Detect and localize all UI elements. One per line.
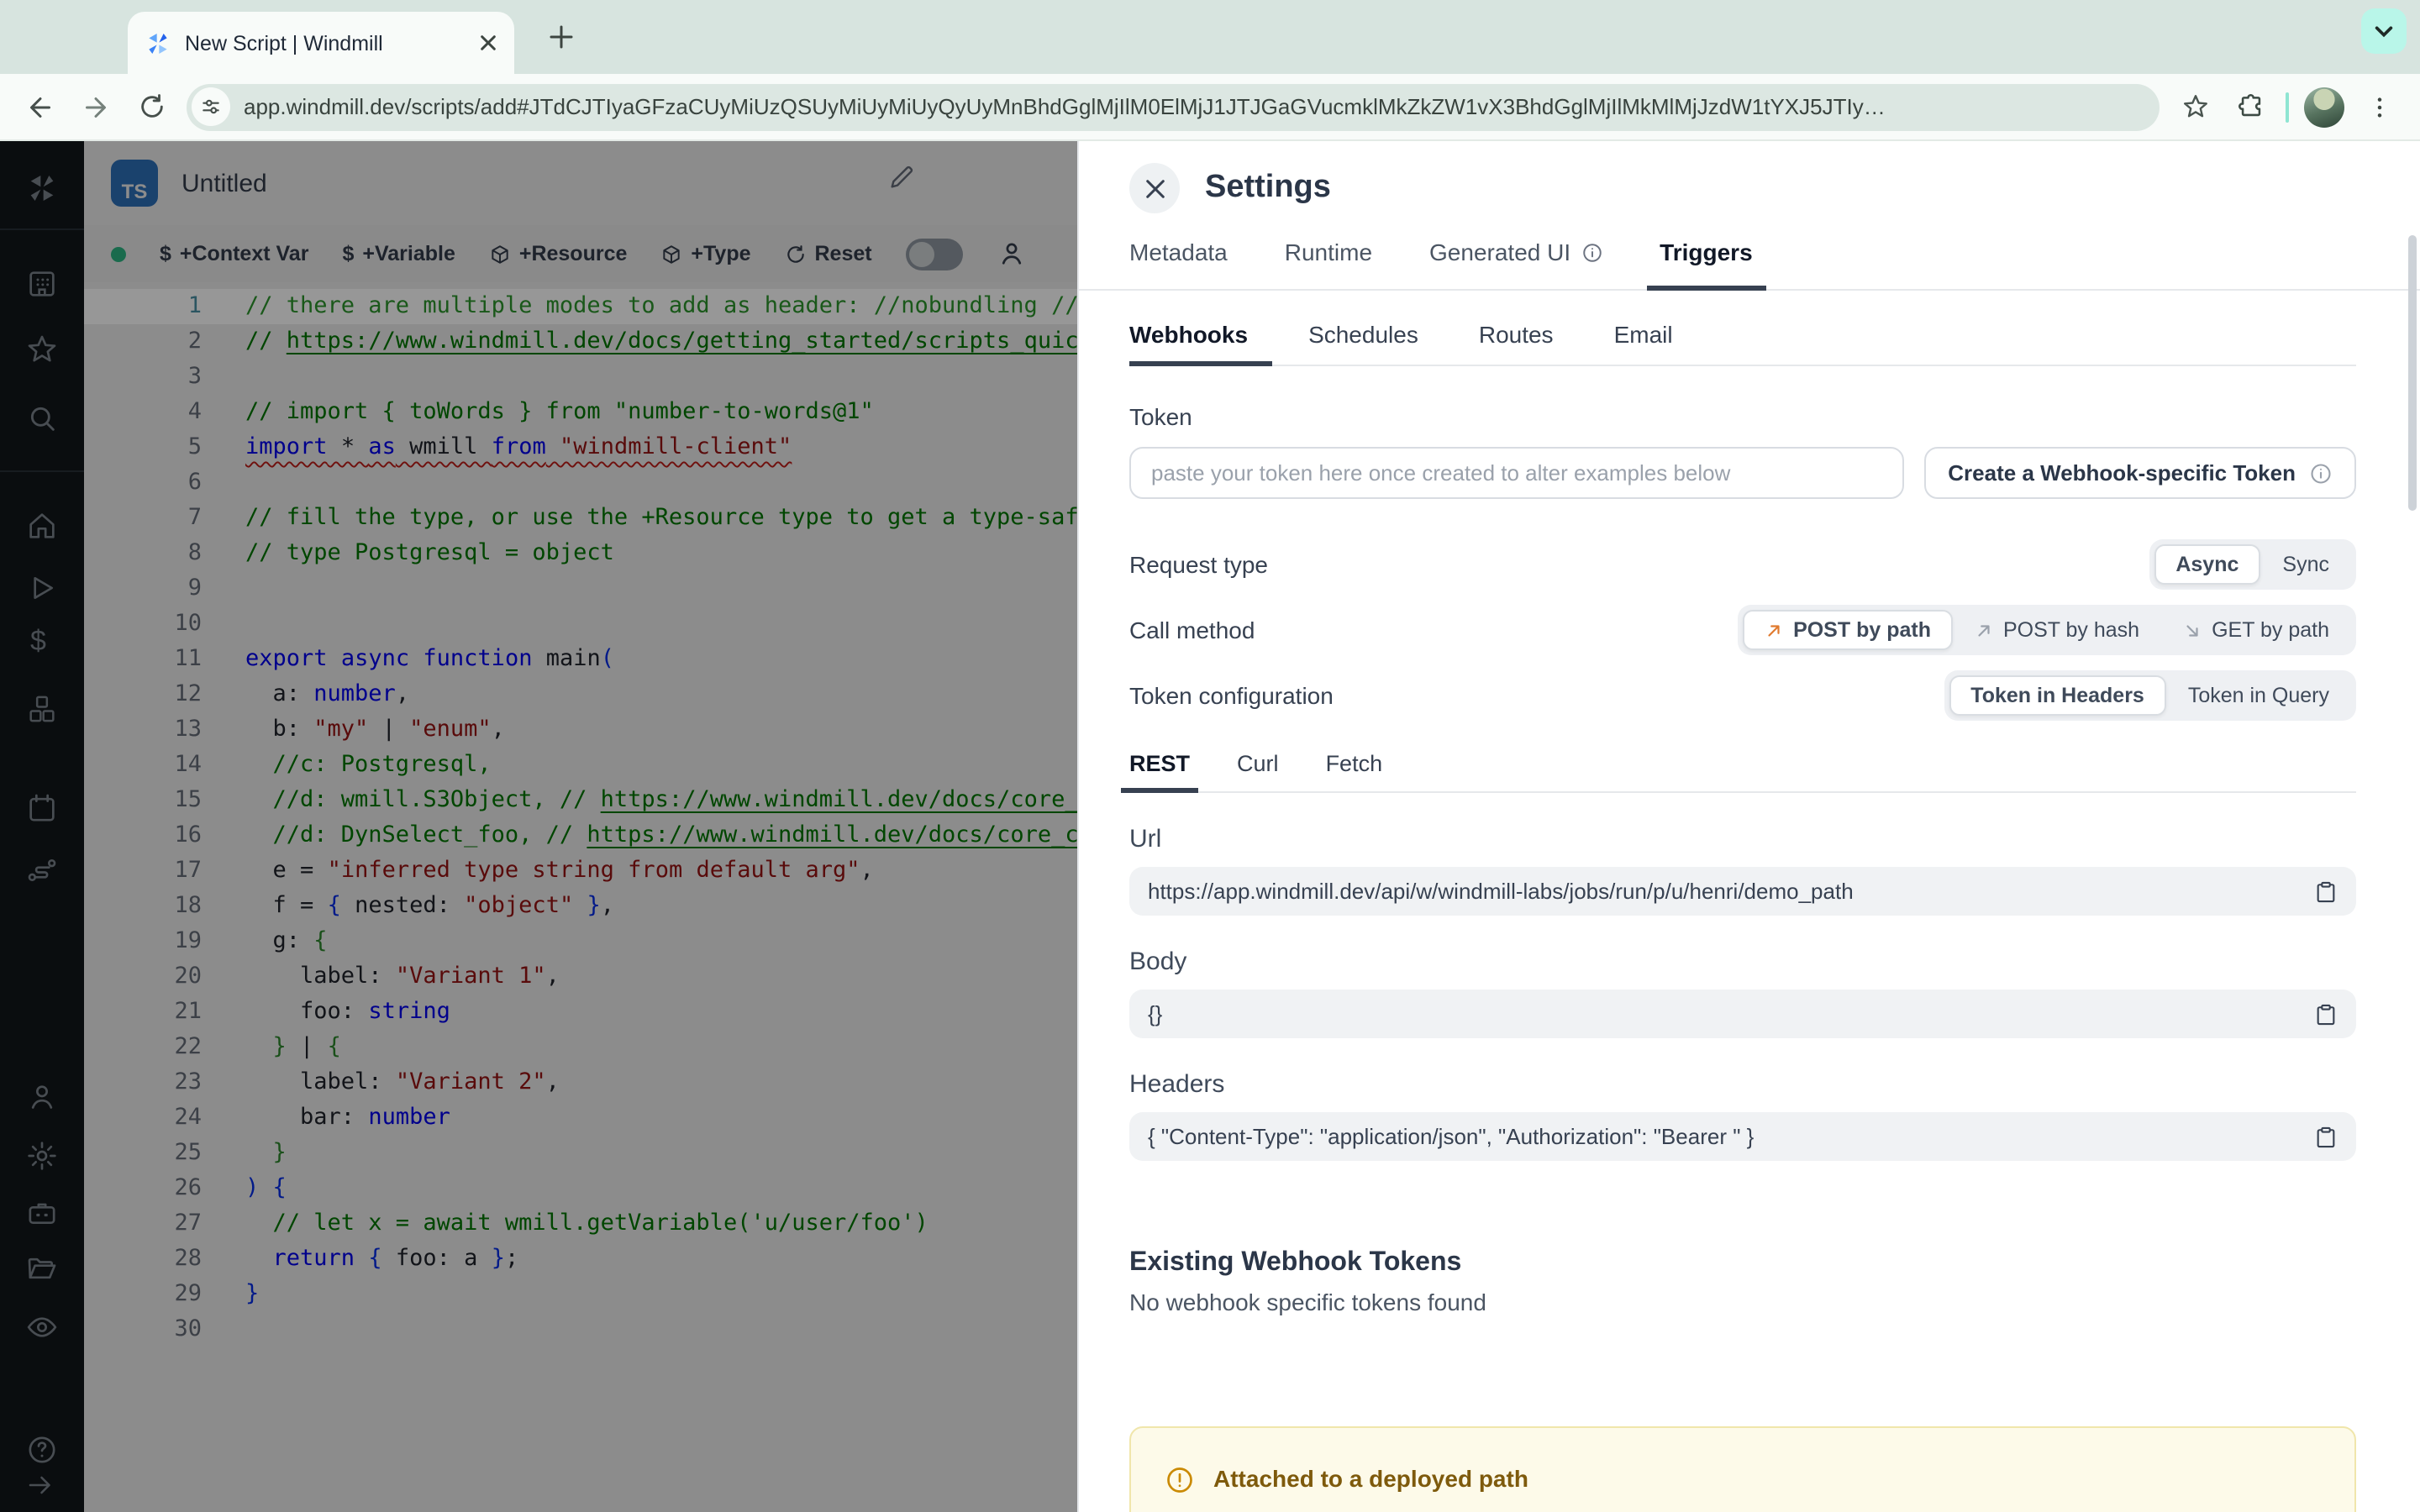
call-method-post-by-path[interactable]: POST by path	[1743, 610, 1953, 650]
body-label: Body	[1129, 948, 1187, 976]
tab-webhooks[interactable]: Webhooks	[1129, 321, 1270, 366]
drawer-title: Settings	[1205, 170, 1331, 205]
toolbar-divider	[2286, 92, 2289, 122]
call-method-post-by-hash[interactable]: POST by hash	[1953, 610, 2161, 650]
token-label: Token	[1129, 403, 1192, 430]
request-type-toggle: Async Sync	[2149, 539, 2356, 590]
existing-tokens-title: Existing Webhook Tokens	[1129, 1248, 1462, 1277]
token-in-query[interactable]: Token in Query	[2166, 675, 2351, 716]
tab-metadata[interactable]: Metadata	[1129, 235, 1228, 289]
triggers-panel: Webhooks Schedules Routes Email Token Cr…	[1079, 291, 2420, 1512]
url-toolbar: app.windmill.dev/scripts/add#JTdCJTIyaGF…	[0, 74, 2420, 141]
arrow-up-right-icon	[1765, 621, 1783, 639]
trigger-type-tabs: Webhooks Schedules Routes Email	[1129, 321, 2356, 366]
drawer-backdrop[interactable]	[0, 141, 1077, 1512]
url-label: Url	[1129, 825, 1162, 853]
settings-drawer: Settings Metadata Runtime Generated UI T…	[1077, 141, 2420, 1512]
call-method-label: Call method	[1129, 617, 1255, 643]
copy-icon[interactable]	[2314, 879, 2338, 903]
token-configuration-toggle: Token in Headers Token in Query	[1944, 670, 2356, 721]
token-in-headers[interactable]: Token in Headers	[1949, 675, 2166, 716]
call-method-toggle: POST by path POST by hash GET by path	[1738, 605, 2356, 655]
browser-tab[interactable]: New Script | Windmill	[128, 12, 514, 74]
body-field[interactable]: {}	[1129, 990, 2356, 1038]
info-icon	[1581, 241, 1602, 263]
tab-rest[interactable]: REST	[1120, 751, 1199, 793]
alert-icon	[1165, 1465, 1195, 1512]
deployed-path-warning: Attached to a deployed path The webhooks…	[1129, 1426, 2356, 1512]
url-text[interactable]: app.windmill.dev/scripts/add#JTdCJTIyaGF…	[244, 94, 2153, 119]
request-type-label: Request type	[1129, 551, 1268, 578]
arrow-up-right-icon	[1975, 621, 1993, 639]
back-icon[interactable]	[20, 87, 60, 127]
tab-title: New Script | Windmill	[185, 31, 383, 55]
warning-title: Attached to a deployed path	[1213, 1465, 1528, 1492]
request-type-async[interactable]: Async	[2154, 544, 2261, 585]
address-bar[interactable]: app.windmill.dev/scripts/add#JTdCJTIyaGF…	[187, 83, 2160, 130]
site-settings-icon[interactable]	[192, 87, 230, 126]
copy-icon[interactable]	[2314, 1125, 2338, 1148]
tab-schedules[interactable]: Schedules	[1308, 321, 1418, 365]
tab-triggers[interactable]: Triggers	[1646, 235, 1767, 291]
create-webhook-token-button[interactable]: Create a Webhook-specific Token	[1924, 447, 2356, 499]
close-icon[interactable]	[1129, 163, 1180, 213]
token-configuration-label: Token configuration	[1129, 682, 1334, 709]
drawer-scrollbar[interactable]	[2408, 235, 2417, 511]
screen: New Script | Windmill app.windmill.dev/s…	[0, 0, 2420, 1512]
reload-icon[interactable]	[131, 87, 171, 127]
info-icon	[2309, 461, 2333, 485]
tab-generated-ui[interactable]: Generated UI	[1429, 235, 1602, 289]
forward-icon[interactable]	[76, 87, 116, 127]
example-tabs: REST Curl Fetch	[1120, 751, 2356, 793]
copy-icon[interactable]	[2314, 1002, 2338, 1026]
token-input[interactable]	[1129, 447, 1905, 499]
tab-curl[interactable]: Curl	[1237, 751, 1279, 791]
existing-tokens-empty: No webhook specific tokens found	[1129, 1289, 1486, 1315]
tab-strip: New Script | Windmill	[0, 0, 2420, 74]
tab-close-icon[interactable]	[479, 34, 497, 52]
extensions-icon[interactable]	[2230, 87, 2270, 127]
bookmark-star-icon[interactable]	[2175, 87, 2215, 127]
request-type-sync[interactable]: Sync	[2260, 544, 2351, 585]
browser-chrome: New Script | Windmill app.windmill.dev/s…	[0, 0, 2420, 141]
settings-tabs: Metadata Runtime Generated UI Triggers	[1079, 235, 2420, 291]
tab-routes[interactable]: Routes	[1479, 321, 1554, 365]
drawer-header: Settings	[1079, 141, 2420, 235]
browser-menu-icon[interactable]	[2360, 87, 2400, 127]
tab-email[interactable]: Email	[1614, 321, 1673, 365]
arrow-down-right-icon	[2183, 621, 2202, 639]
current-line-highlight	[84, 289, 1077, 324]
tab-fetch[interactable]: Fetch	[1326, 751, 1383, 791]
call-method-get-by-path[interactable]: GET by path	[2161, 610, 2351, 650]
tab-search-chevron-button[interactable]	[2361, 8, 2407, 54]
new-tab-button[interactable]	[541, 17, 581, 57]
windmill-favicon	[145, 29, 171, 56]
profile-avatar[interactable]	[2304, 87, 2344, 127]
tab-runtime[interactable]: Runtime	[1285, 235, 1372, 289]
headers-label: Headers	[1129, 1070, 1225, 1099]
headers-field[interactable]: { "Content-Type": "application/json", "A…	[1129, 1112, 2356, 1161]
url-field[interactable]: https://app.windmill.dev/api/w/windmill-…	[1129, 867, 2356, 916]
